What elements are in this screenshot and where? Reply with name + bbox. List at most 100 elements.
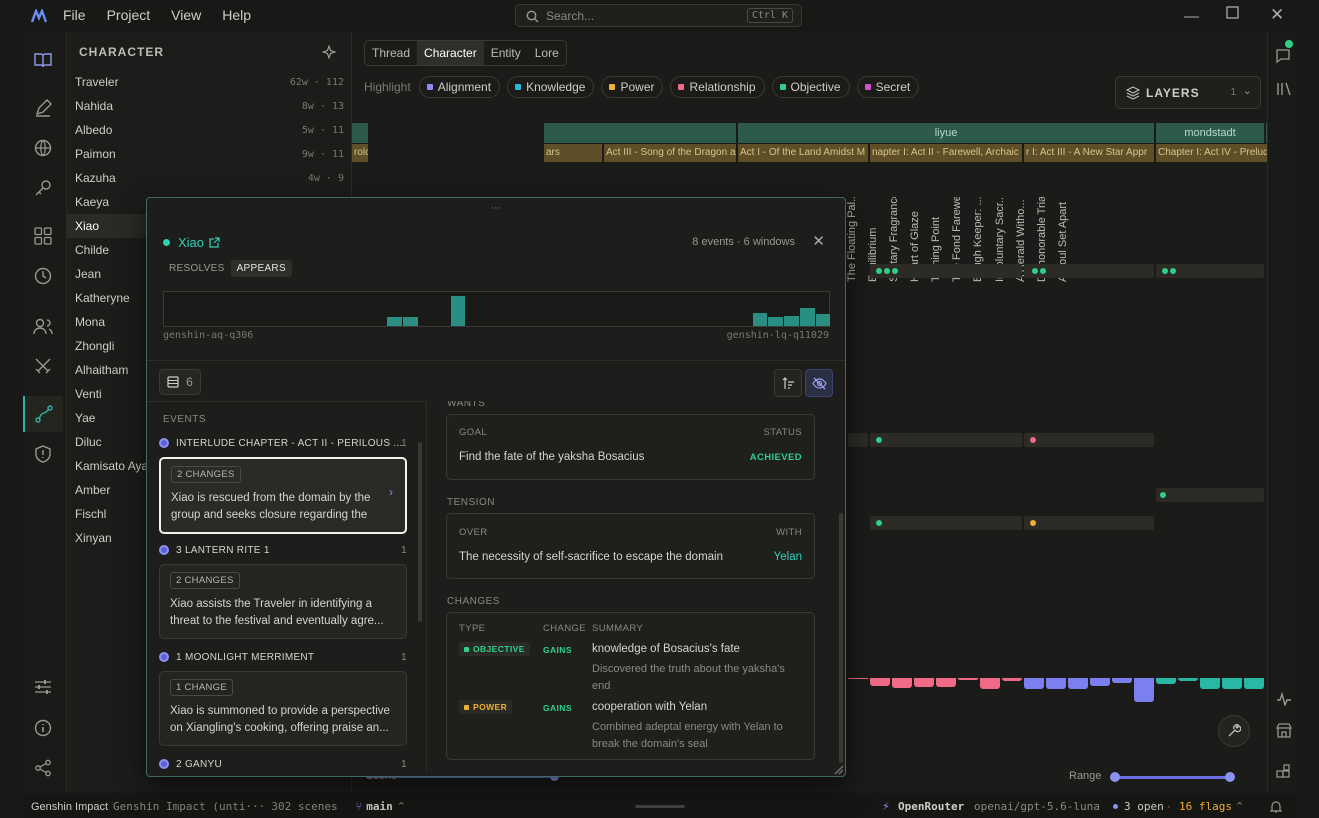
event-marker[interactable] bbox=[1030, 437, 1036, 443]
range-slider-track[interactable] bbox=[1116, 776, 1230, 779]
list-count-button[interactable]: 6 bbox=[159, 369, 201, 395]
tension-with[interactable]: Yelan bbox=[774, 551, 802, 563]
histogram-bar[interactable] bbox=[768, 317, 783, 326]
event-marker[interactable] bbox=[1170, 268, 1176, 274]
layers-button[interactable]: LAYERS 1 ⌄ bbox=[1115, 76, 1261, 109]
search-box[interactable]: Search... Ctrl K bbox=[515, 4, 802, 27]
character-item[interactable]: Paimon 9w · 11 bbox=[67, 142, 352, 166]
tab-entity[interactable]: Entity bbox=[484, 41, 528, 65]
clock-icon[interactable] bbox=[23, 258, 63, 294]
delta-bar[interactable] bbox=[1068, 678, 1088, 689]
histogram-bar[interactable] bbox=[403, 317, 418, 326]
sort-button[interactable] bbox=[774, 369, 802, 397]
menu-project[interactable]: Project bbox=[107, 7, 151, 23]
region-liyue[interactable]: liyue bbox=[738, 123, 1154, 143]
lane-segment[interactable] bbox=[870, 516, 1022, 530]
tab-thread[interactable]: Thread bbox=[365, 41, 417, 65]
character-item[interactable]: Traveler 62w · 112 bbox=[67, 70, 352, 94]
region-mondstadt[interactable]: mondstadt bbox=[1156, 123, 1264, 143]
sliders-icon[interactable] bbox=[23, 669, 63, 705]
lane-segment[interactable] bbox=[1156, 488, 1264, 502]
maximize-icon[interactable] bbox=[1226, 6, 1239, 23]
highlight-secret[interactable]: Secret bbox=[856, 76, 920, 98]
histogram-bar[interactable] bbox=[752, 312, 767, 326]
lane-segment[interactable] bbox=[1024, 516, 1154, 530]
external-link-icon[interactable] bbox=[209, 237, 220, 248]
menu-file[interactable]: File bbox=[63, 7, 86, 23]
range-handle-start[interactable] bbox=[1110, 772, 1120, 782]
highlight-power[interactable]: Power bbox=[601, 76, 664, 98]
event-marker[interactable] bbox=[876, 268, 882, 274]
globe-icon[interactable] bbox=[23, 130, 63, 166]
highlight-alignment[interactable]: Alignment bbox=[418, 76, 501, 98]
book-icon[interactable] bbox=[23, 42, 63, 78]
status-open[interactable]: 3 open bbox=[1124, 800, 1164, 813]
event-marker[interactable] bbox=[1030, 520, 1036, 526]
lane-segment[interactable] bbox=[848, 433, 868, 447]
menu-view[interactable]: View bbox=[171, 7, 201, 23]
histogram-bar[interactable] bbox=[450, 296, 466, 326]
pen-icon[interactable] bbox=[23, 90, 63, 126]
delta-bar[interactable] bbox=[958, 678, 978, 680]
drag-handle-icon[interactable]: ⋯ bbox=[491, 203, 501, 214]
delta-bar[interactable] bbox=[914, 678, 934, 687]
character-item[interactable]: Albedo 5w · 11 bbox=[67, 118, 352, 142]
resize-handle-icon[interactable] bbox=[832, 763, 844, 775]
arc-band[interactable]: ars bbox=[544, 144, 602, 162]
delta-bar[interactable] bbox=[1046, 678, 1066, 689]
character-item[interactable]: Nahida 8w · 13 bbox=[67, 94, 352, 118]
delta-bar[interactable] bbox=[1134, 678, 1154, 702]
library-icon[interactable] bbox=[1276, 82, 1292, 99]
popup-character-name[interactable]: Xiao bbox=[178, 235, 204, 250]
delta-bar[interactable] bbox=[936, 678, 956, 687]
arc-band[interactable]: Chapter I: Act IV - Prelud bbox=[1156, 144, 1267, 162]
delta-bar[interactable] bbox=[1090, 678, 1110, 686]
delta-bar[interactable] bbox=[1002, 678, 1022, 681]
status-project[interactable]: Genshin Impact bbox=[31, 801, 108, 813]
arc-band[interactable]: Act III - Song of the Dragon an bbox=[604, 144, 736, 162]
status-model[interactable]: openai/gpt-5.6-luna bbox=[974, 800, 1100, 813]
bell-icon[interactable] bbox=[1269, 800, 1283, 816]
minimize-icon[interactable]: — bbox=[1184, 8, 1199, 25]
delta-bar[interactable] bbox=[1200, 678, 1220, 689]
swords-icon[interactable] bbox=[23, 348, 63, 384]
delta-bar[interactable] bbox=[1024, 678, 1044, 689]
lane-segment[interactable] bbox=[1024, 433, 1154, 447]
range-handle-end[interactable] bbox=[1225, 772, 1235, 782]
thread-route-icon[interactable] bbox=[23, 396, 63, 432]
delta-bar[interactable] bbox=[870, 678, 890, 686]
scene-column-label[interactable]: The Floating Pal... bbox=[846, 197, 860, 282]
lane-segment[interactable] bbox=[870, 433, 1022, 447]
status-path[interactable]: Genshin Impact (unti··· bbox=[113, 800, 265, 813]
status-provider[interactable]: OpenRouter bbox=[898, 800, 964, 813]
highlight-relationship[interactable]: Relationship bbox=[670, 76, 765, 98]
share-icon[interactable] bbox=[23, 750, 63, 786]
event-marker[interactable] bbox=[1040, 268, 1046, 274]
highlight-knowledge[interactable]: Knowledge bbox=[507, 76, 595, 98]
activity-pulse-icon[interactable] bbox=[1276, 691, 1292, 709]
delta-bar[interactable] bbox=[1222, 678, 1242, 689]
arc-band[interactable]: rolo bbox=[352, 144, 368, 162]
chat-icon[interactable] bbox=[1275, 48, 1291, 67]
event-marker[interactable] bbox=[1032, 268, 1038, 274]
list-scrollbar[interactable] bbox=[418, 442, 422, 622]
store-icon[interactable] bbox=[1275, 723, 1293, 741]
histogram-bar[interactable] bbox=[800, 308, 815, 326]
menu-help[interactable]: Help bbox=[222, 7, 251, 23]
event-item[interactable]: 2 GANYU 1 bbox=[159, 756, 415, 771]
delta-bar[interactable] bbox=[892, 678, 912, 688]
histogram-bar[interactable] bbox=[784, 315, 799, 326]
arc-band[interactable]: napter I: Act II - Farewell, Archaic Lo bbox=[870, 144, 1022, 162]
histogram-bar[interactable] bbox=[816, 314, 831, 326]
event-marker[interactable] bbox=[884, 268, 890, 274]
delta-bar[interactable] bbox=[980, 678, 1000, 689]
key-icon[interactable] bbox=[23, 170, 63, 206]
event-marker[interactable] bbox=[876, 437, 882, 443]
tab-appears[interactable]: APPEARS bbox=[230, 260, 292, 277]
highlight-objective[interactable]: Objective bbox=[771, 76, 850, 98]
status-flags[interactable]: 16 flags bbox=[1179, 800, 1232, 813]
event-marker[interactable] bbox=[892, 268, 898, 274]
plugins-icon[interactable] bbox=[1276, 764, 1291, 782]
wrench-button[interactable] bbox=[1218, 715, 1250, 747]
histogram-bar[interactable] bbox=[387, 317, 402, 326]
